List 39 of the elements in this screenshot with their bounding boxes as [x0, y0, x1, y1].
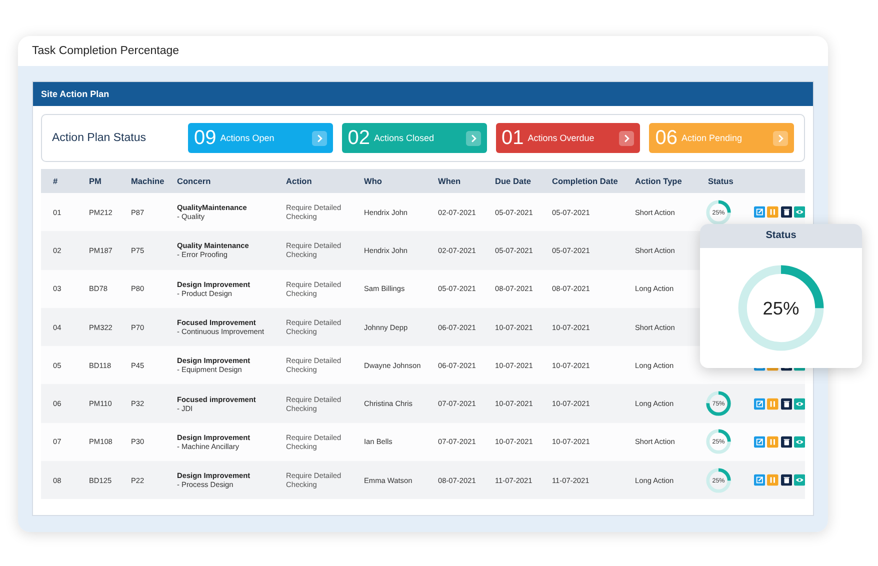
edit-icon[interactable] — [754, 474, 766, 486]
status-count: 02 — [348, 126, 370, 150]
percentage-label: 25% — [762, 298, 800, 319]
column-header: Completion Date — [552, 176, 618, 186]
column-header: Action — [286, 176, 312, 186]
column-header: Status — [708, 176, 734, 186]
chevron-right-icon[interactable] — [312, 130, 327, 146]
status-count: 01 — [502, 126, 524, 150]
popup-title: Status — [766, 230, 796, 241]
trash-icon[interactable] — [780, 436, 792, 448]
column-header: Machine — [131, 176, 164, 186]
column-header: When — [438, 176, 461, 186]
progress-ring — [706, 468, 731, 493]
trash-icon[interactable] — [780, 398, 792, 410]
status-count: 09 — [194, 126, 216, 150]
chevron-right-icon[interactable] — [773, 130, 788, 146]
column-header: Action Type — [635, 176, 682, 186]
panel-title: Site Action Plan — [41, 89, 110, 99]
status-count: 06 — [655, 126, 678, 150]
column-header: Concern — [177, 176, 211, 186]
chevron-right-icon[interactable] — [619, 130, 634, 146]
edit-icon[interactable] — [754, 398, 766, 410]
status-summary-label: Action Plan Status — [52, 132, 147, 144]
trash-icon[interactable] — [780, 206, 792, 218]
progress-ring — [706, 391, 731, 416]
status-label: Actions Closed — [374, 133, 436, 143]
chevron-right-icon[interactable] — [466, 130, 480, 146]
status-label: Actions Overdue — [528, 133, 596, 143]
edit-icon[interactable] — [754, 436, 766, 448]
column-header: Who — [364, 176, 382, 186]
column-header: # — [53, 176, 58, 186]
status-label: Actions Open — [220, 133, 276, 143]
column-header: PM — [89, 176, 102, 186]
edit-icon[interactable] — [754, 206, 766, 218]
window-title: Task Completion Percentage — [31, 44, 180, 59]
column-header: Due Date — [495, 176, 531, 186]
trash-icon[interactable] — [780, 474, 792, 486]
status-label: Action Pending — [682, 133, 744, 143]
progress-ring — [706, 430, 731, 454]
